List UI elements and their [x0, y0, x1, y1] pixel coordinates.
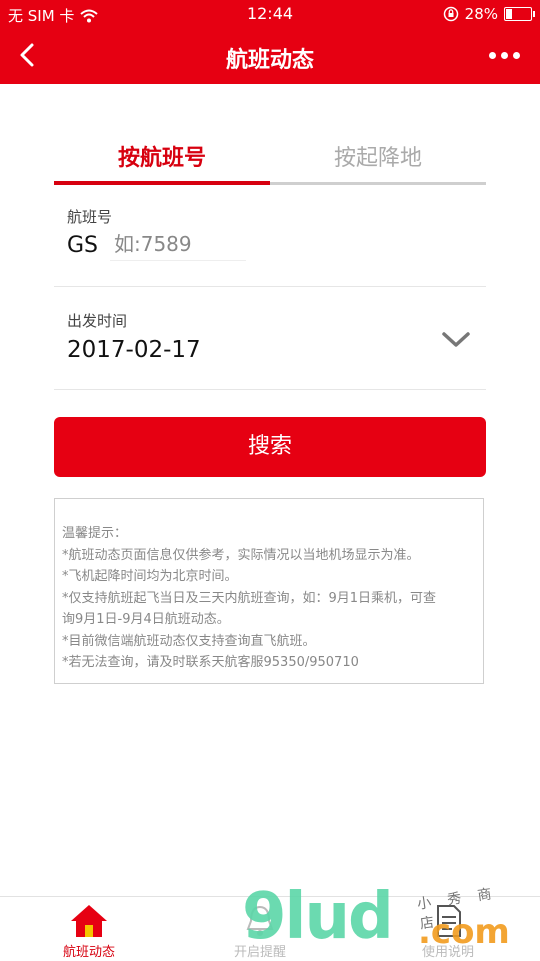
flight-number-label: 航班号	[67, 208, 113, 226]
battery-fill	[506, 9, 512, 19]
departure-date-value[interactable]: 2017-02-17	[67, 337, 201, 363]
tip-line: *目前微信端航班动态仅支持查询直飞航班。	[62, 633, 316, 649]
airline-code-prefix: GS	[67, 233, 99, 258]
search-mode-tabs: 按航班号 按起降地	[54, 140, 486, 186]
flight-number-input[interactable]	[110, 228, 246, 261]
more-dots-icon[interactable]	[489, 52, 520, 59]
tips-box: 温馨提示： *航班动态页面信息仅供参考，实际情况以当地机场显示为准。 *飞机起降…	[54, 498, 484, 684]
rotation-lock-icon	[443, 6, 458, 22]
tips-title: 温馨提示：	[62, 526, 128, 541]
chevron-down-icon[interactable]	[440, 328, 472, 352]
tip-line: *航班动态页面信息仅供参考，实际情况以当地机场显示为准。	[62, 547, 420, 563]
divider	[54, 389, 486, 390]
watermark-logo: 9lud 小 秀 商 店 .com	[238, 880, 528, 960]
battery-icon	[504, 7, 535, 21]
status-bar: 无 SIM 卡 12:44 28%	[0, 0, 540, 28]
tab-by-route[interactable]: 按起降地	[270, 140, 486, 182]
more-dot	[501, 52, 508, 59]
tab-active-indicator	[54, 181, 270, 185]
departure-date-label: 出发时间	[67, 312, 128, 330]
page-title: 航班动态	[225, 48, 314, 73]
tab-by-flight-number[interactable]: 按航班号	[54, 140, 270, 182]
nav-bar: 航班动态	[0, 28, 540, 84]
more-dot	[489, 52, 496, 59]
search-button[interactable]: 搜索	[54, 417, 486, 477]
home-icon	[71, 905, 107, 937]
watermark-domain: .com	[418, 912, 510, 952]
tip-line: 询9月1日-9月4日航班动态。	[62, 612, 230, 627]
status-right: 28%	[443, 5, 535, 23]
tabbar-label: 航班动态	[62, 945, 115, 960]
tip-line: *飞机起降时间均为北京时间。	[62, 569, 238, 584]
battery-percent: 28%	[464, 5, 498, 23]
tabbar-item-flight-status[interactable]: 航班动态	[29, 897, 149, 961]
divider	[54, 286, 486, 287]
tip-line: *仅支持航班起飞当日及三天内航班查询，如：9月1日乘机，可查	[62, 590, 437, 606]
watermark-brand: 9lud	[242, 880, 394, 954]
tip-line: *若无法查询，请及时联系天航客服95350/950710	[62, 655, 359, 670]
more-dot	[513, 52, 520, 59]
